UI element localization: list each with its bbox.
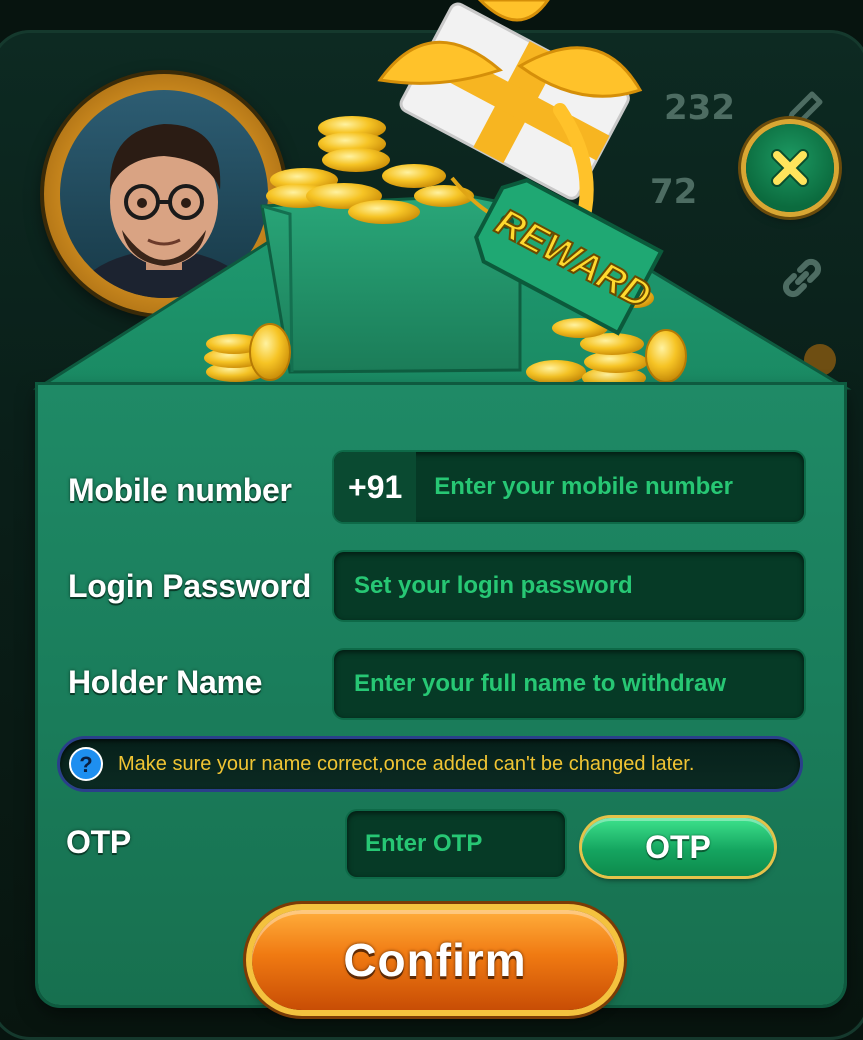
holder-name-input[interactable]: [354, 650, 804, 718]
link-icon: [776, 252, 828, 308]
name-warning-notice: ? Make sure your name correct,once added…: [60, 739, 800, 789]
background-stat: 232: [664, 88, 735, 128]
notice-text: Make sure your name correct,once added c…: [118, 752, 695, 775]
coin-icon: [800, 340, 840, 384]
close-icon: [771, 149, 809, 187]
svg-text:?: ?: [79, 752, 92, 777]
background-stat: 72: [650, 172, 698, 212]
login-password-field[interactable]: [334, 552, 804, 620]
mobile-number-input[interactable]: [416, 452, 804, 522]
mobile-number-label: Mobile number: [68, 472, 292, 508]
country-code-prefix: +91: [334, 452, 417, 522]
mobile-number-field[interactable]: +91: [334, 452, 804, 522]
confirm-button[interactable]: Confirm: [252, 910, 618, 1010]
avatar: [44, 74, 284, 314]
otp-input[interactable]: [365, 811, 565, 877]
login-password-input[interactable]: [354, 552, 804, 620]
holder-name-field[interactable]: [334, 650, 804, 718]
login-password-label: Login Password: [68, 568, 311, 604]
send-otp-label: OTP: [645, 828, 711, 865]
question-icon: ?: [69, 747, 103, 781]
otp-field[interactable]: [347, 811, 565, 877]
holder-name-label: Holder Name: [68, 664, 263, 700]
close-button[interactable]: [746, 124, 834, 212]
send-otp-button[interactable]: OTP: [582, 818, 774, 876]
otp-label: OTP: [66, 824, 131, 860]
